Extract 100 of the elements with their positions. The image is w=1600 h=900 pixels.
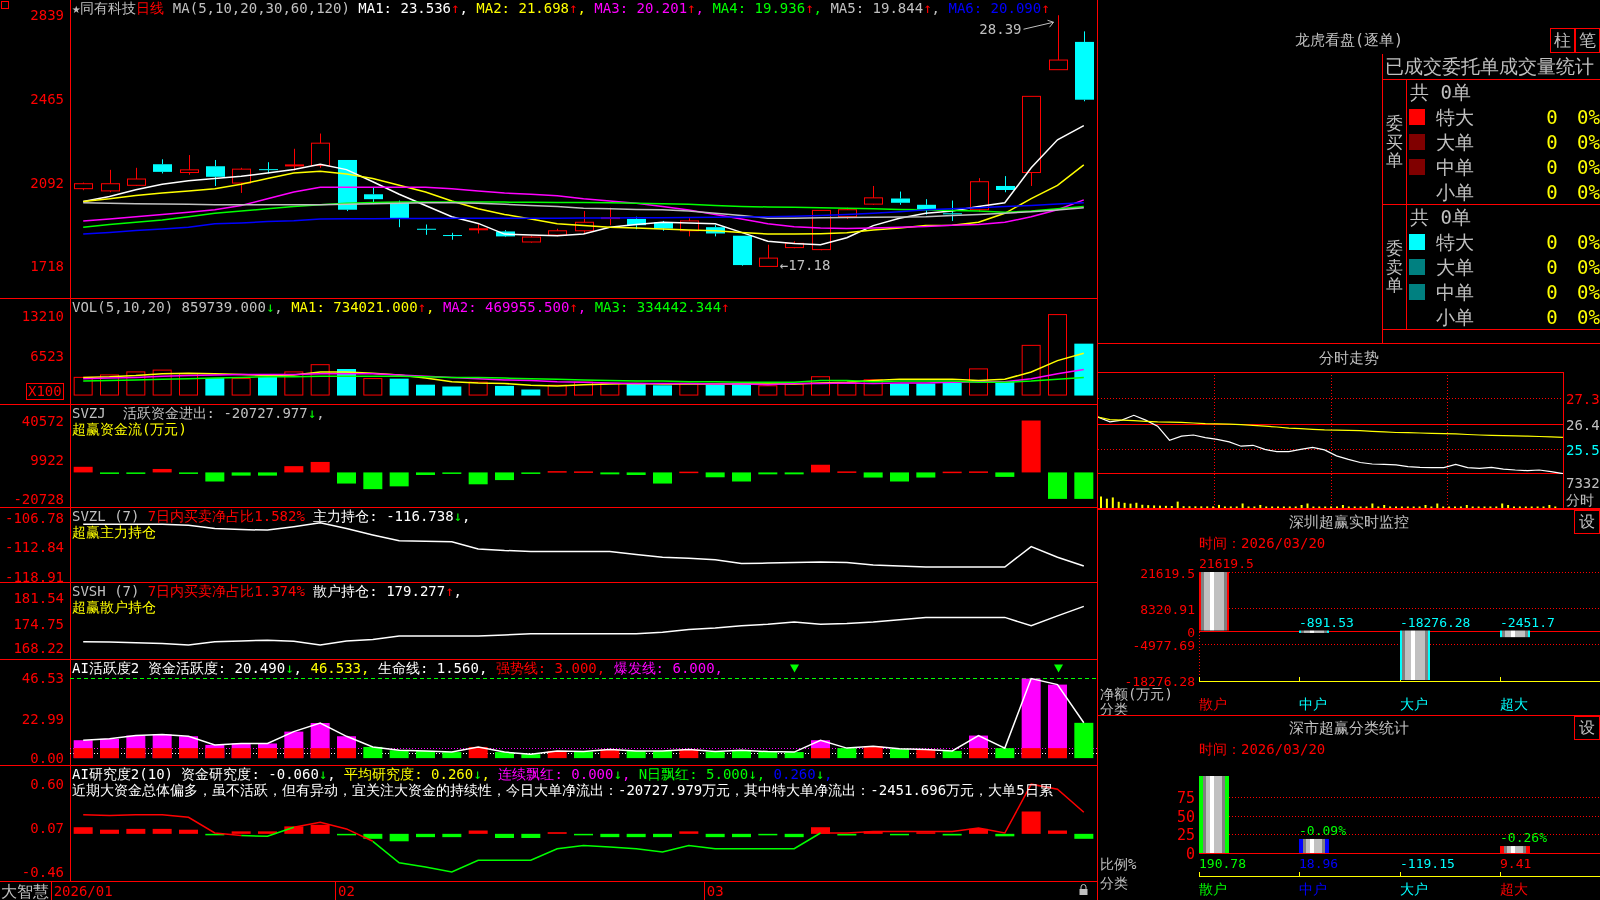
legend-text: MA2: 21.698 — [475, 0, 570, 16]
legend-text: 46.533, — [309, 660, 370, 676]
legend-text: 日线 — [136, 0, 165, 16]
trend-arrow: ↑, — [923, 0, 941, 16]
axis-tick-label: 2465 — [30, 91, 64, 108]
axis-tick-label: 174.75 — [13, 615, 64, 632]
order-size-label: 中单 — [1436, 280, 1474, 303]
trend-arrow: ↓, — [748, 766, 766, 782]
category-label: 中户 — [1299, 696, 1327, 712]
axis-tick-label: -18276.28 — [1124, 673, 1195, 689]
trend-arrow: ↓, — [265, 299, 283, 315]
table-title: 已成交委托单成交量统计 — [1385, 55, 1594, 77]
legend-text: MA4: 19.936 — [711, 0, 806, 16]
order-percent: 0% — [1577, 305, 1600, 328]
axis-tick-label: 25.5 — [1566, 441, 1600, 458]
order-count: 0 — [1546, 131, 1558, 153]
axis-tick-label: -112.84 — [5, 539, 64, 556]
order-size-label: 大单 — [1436, 256, 1474, 278]
axis-tick-label: 8320.91 — [1140, 601, 1195, 617]
legend-text: 连续飘红: 0.000 — [497, 766, 614, 782]
category-label: 超大 — [1500, 881, 1528, 897]
order-count: 0 — [1546, 155, 1558, 178]
value-label: -2451.7 — [1500, 614, 1555, 630]
legend-text: SVZL (7) — [72, 508, 140, 524]
trend-arrow: ↑, — [805, 0, 822, 16]
legend-text: AI研究度2(10) 资金研究度: -0.060 — [72, 766, 319, 782]
axis-tick-label: -106.78 — [5, 509, 64, 526]
trend-arrow: ↓, — [307, 405, 325, 421]
trend-arrow: ↓, — [473, 766, 491, 782]
legend-text: 平均研究度: 0.260 — [343, 766, 474, 782]
legend-text: MA3: 20.201 — [593, 0, 688, 16]
axis-tick-label: 50 — [1176, 807, 1195, 826]
order-count: 0 — [1546, 231, 1558, 254]
legend-text: SVZJ 活跃资金进出: -20727.977 — [72, 405, 308, 421]
axis-tick-label: 0.07 — [30, 820, 64, 837]
axis-tick-label: 22.99 — [21, 710, 64, 727]
price-annotation: ←17.18 — [779, 257, 831, 274]
legend-text: 生命线: 1.560, — [376, 660, 488, 676]
order-size-label: 小单 — [1436, 180, 1474, 203]
legend-text: 强势线: 3.000, — [494, 660, 606, 676]
order-percent: 0% — [1577, 231, 1600, 254]
category-label: 散户 — [1199, 881, 1227, 897]
pane-label: 分时 — [1566, 492, 1594, 508]
axis-tick-label: 9922 — [30, 451, 64, 468]
order-percent: 0% — [1577, 155, 1600, 178]
value-label: 21619.5 — [1199, 556, 1254, 571]
axis-title: 比例% — [1100, 856, 1137, 872]
category-label: 大户 — [1400, 696, 1428, 712]
axis-tick-label: 2092 — [30, 174, 64, 191]
legend-text: MA6: 20.090 — [947, 0, 1042, 16]
axis-tick-label: 1718 — [30, 258, 64, 275]
legend-text: 7日内买卖净占比1.374% — [146, 583, 305, 599]
axis-tick-label: -20728 — [13, 490, 64, 507]
trend-arrow: ↑, — [445, 583, 463, 599]
axis-title: 分类 — [1100, 875, 1128, 891]
value-label: -891.53 — [1299, 614, 1354, 630]
axis-tick-label: 27.3 — [1566, 390, 1600, 407]
legend-text: 散户持仓: 179.277 — [312, 583, 446, 599]
axis-tick-label: 2839 — [30, 7, 64, 24]
trend-arrow: ↓, — [613, 766, 631, 782]
timestamp-label: 时间：2026/03/20 — [1199, 741, 1326, 757]
legend-text: N日飘红: 5.000 — [637, 766, 749, 782]
order-size-label: 特大 — [1436, 231, 1474, 254]
axis-tick-label: -0.46 — [21, 863, 64, 880]
panel-title: 龙虎看盘(逐单) — [1294, 30, 1404, 51]
legend-text: 0.260 — [772, 766, 816, 782]
axis-title: 净额(万元) — [1100, 686, 1173, 702]
axis-tick-label: 25 — [1176, 825, 1195, 844]
brand-label: 大智慧 — [1, 882, 49, 900]
axis-tick-label: 0.60 — [30, 776, 64, 793]
order-size-label: 特大 — [1436, 106, 1474, 129]
timestamp-label: 时间：2026/03/20 — [1199, 535, 1326, 551]
axis-tick-label: 40572 — [21, 412, 64, 429]
legend-text: 主力持仓: -116.738 — [312, 508, 454, 524]
legend-text: 超赢主力持仓 — [72, 524, 156, 540]
axis-title: 分类 — [1100, 701, 1128, 715]
axis-tick-label: -4977.69 — [1132, 637, 1195, 653]
panel-title: 深圳超赢实时监控 — [1289, 512, 1409, 533]
order-percent: 0% — [1577, 106, 1600, 129]
legend-text: MA3: 334442.344 — [593, 299, 722, 315]
order-count: 0 — [1546, 180, 1558, 203]
axis-date-label: 03 — [706, 883, 724, 899]
legend-text: MA1: 23.536 — [357, 0, 452, 16]
legend-text: SVSH (7) — [72, 583, 140, 599]
legend-text: MA5: 19.844 — [829, 0, 924, 16]
trend-arrow: ↑ — [721, 299, 730, 315]
trend-arrow: ↑, — [417, 299, 435, 315]
order-size-label: 大单 — [1436, 131, 1474, 153]
order-count: 0 — [1546, 106, 1558, 129]
order-percent: 0% — [1577, 256, 1600, 278]
axis-date-label: 02 — [338, 883, 355, 899]
legend-text: MA1: 734021.000 — [290, 299, 418, 315]
trend-arrow: ↑, — [451, 0, 468, 16]
legend-text: VOL(5,10,20) 859739.000 — [72, 299, 266, 315]
legend-text: AI活跃度2 资金活跃度: 20.490 — [72, 660, 286, 676]
bar-note-label: -0.26% — [1500, 830, 1547, 846]
order-size-label: 中单 — [1436, 155, 1474, 178]
legend-text: 超赢散户持仓 — [72, 599, 156, 615]
trend-arrow: ↓, — [318, 766, 336, 782]
ratio-value-label: 9.41 — [1500, 856, 1532, 871]
